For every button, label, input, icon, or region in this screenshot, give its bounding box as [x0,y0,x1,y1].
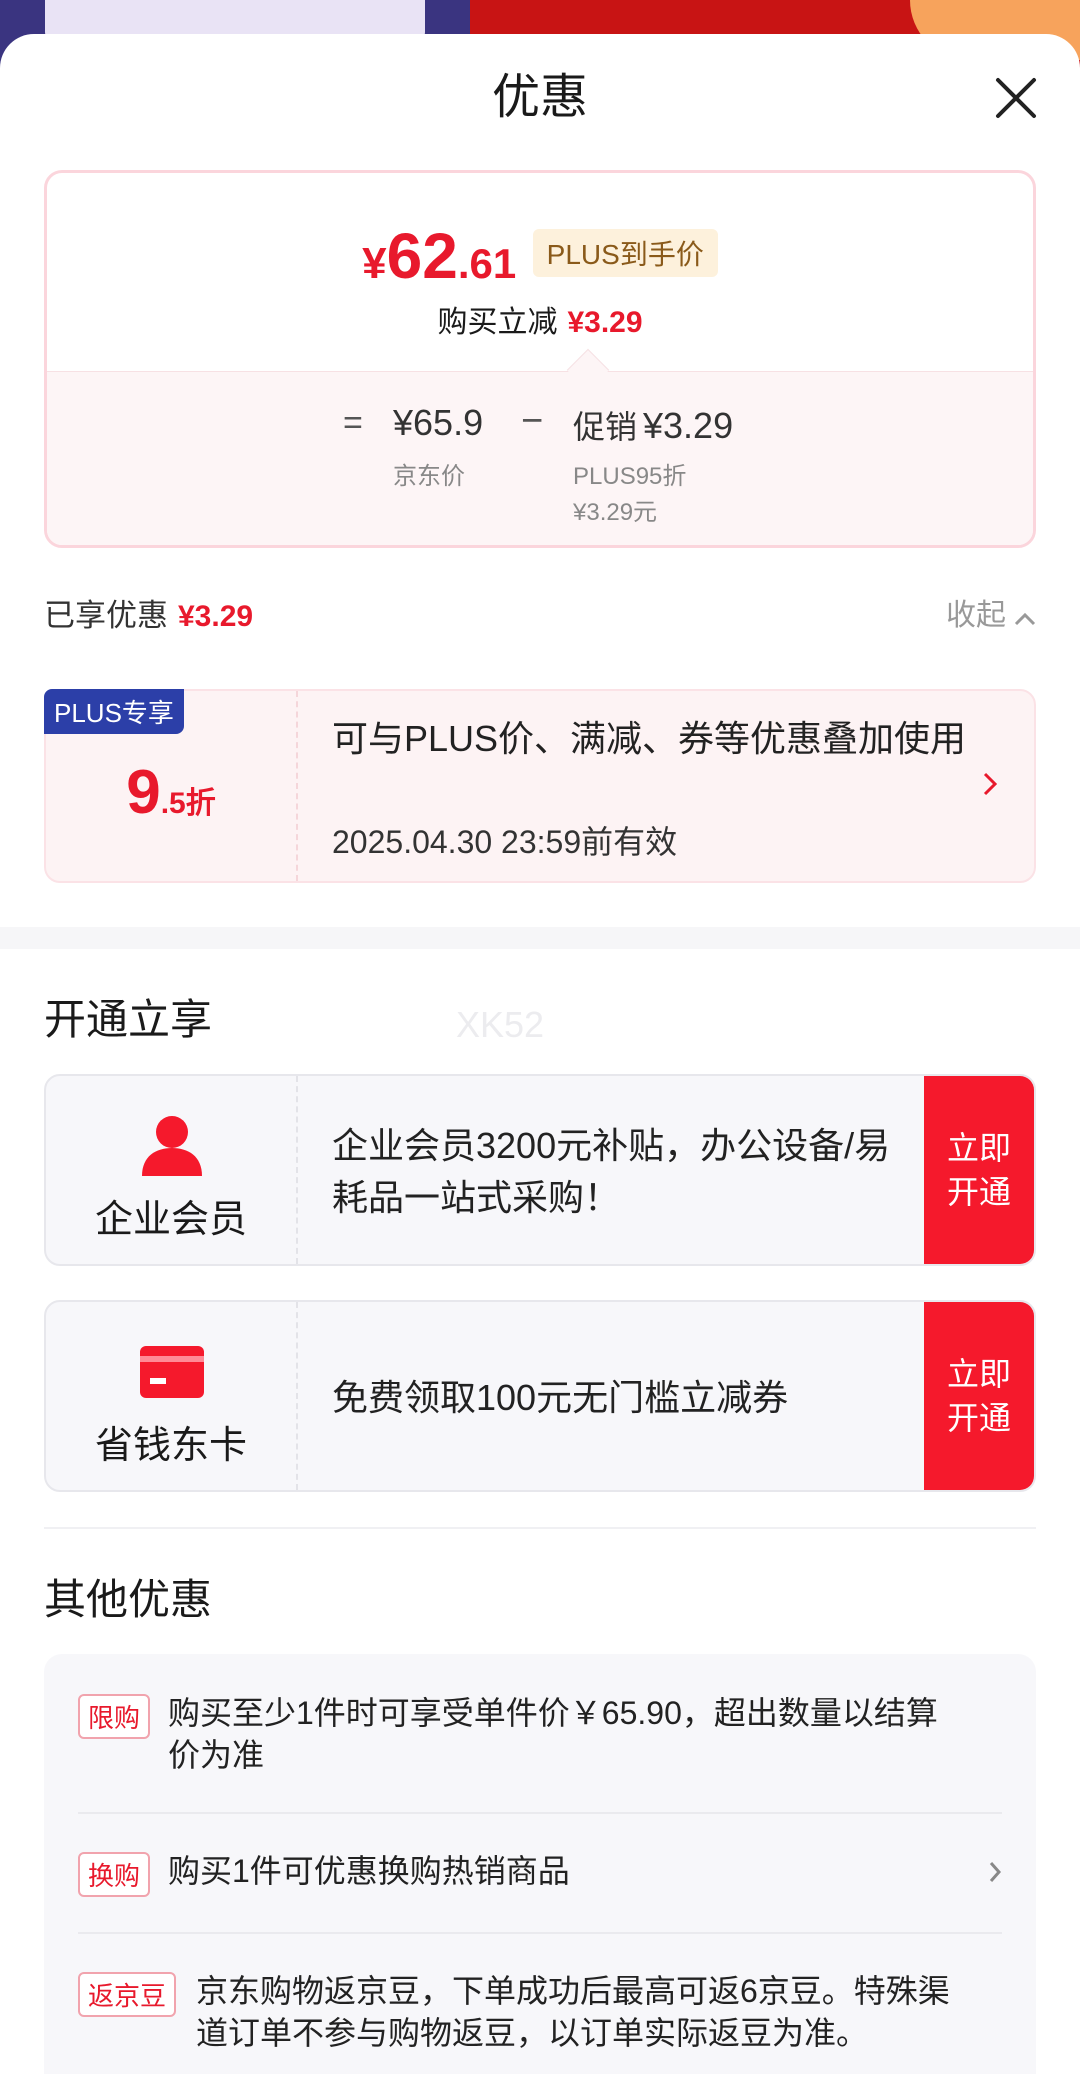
price-breakdown-card: ¥62.61 PLUS到手价 购买立减 ¥3.29 = ¥65.9 京东价 − 促… [44,170,1036,548]
currency-symbol: ¥ [362,239,387,288]
discount-sheet: 优惠 ¥62.61 PLUS到手价 购买立减 ¥3.29 = ¥65.9 京东价 … [0,34,1080,2074]
minus-sign: − [521,400,544,442]
discount-big: 9 [126,758,161,827]
plus-coupon-description: 可与PLUS价、满减、券等优惠叠加使用 [332,718,967,759]
savings-card-card: 省钱东卡 免费领取100元无门槛立减券 立即开通 [44,1300,1036,1492]
other-discounts-box: 限购 购买至少1件时可享受单件价￥65.90，超出数量以结算价为准 换购 购买1… [44,1654,1036,2074]
plus-coupon-validity: 2025.04.30 23:59前有效 [332,824,678,860]
equals-sign: = [343,404,363,442]
savings-open-button[interactable]: 立即开通 [924,1302,1034,1490]
savings-open-label: 立即开通 [946,1356,1011,1436]
section-divider [0,927,1080,949]
price-decimal: .61 [457,240,517,287]
plus-exclusive-coupon[interactable]: PLUS专享 9.5折 可与PLUS价、满减、券等优惠叠加使用 2025.04.… [44,689,1036,883]
watermark: XK52 [456,1004,545,1045]
enterprise-member-label: 企业会员 [94,1199,247,1241]
plus-price-tag: PLUS到手价 [532,229,718,277]
plus-discount-rate: 9.5折 [46,757,296,828]
person-icon [138,1114,206,1178]
limit-purchase-tag: 限购 [78,1694,151,1739]
enterprise-open-label: 立即开通 [946,1130,1011,1210]
card-icon [138,1340,206,1404]
price-integer: 62 [386,220,458,292]
jd-beans-tag: 返京豆 [78,1972,177,2017]
promo-value: ¥3.29 [643,405,734,446]
promo-detail-amount: ¥3.29元 [573,499,658,526]
sheet-title: 优惠 [491,71,588,124]
jd-price-label: 京东价 [393,463,465,490]
jd-price-value: ¥65.9 [393,402,484,443]
enterprise-member-text: 企业会员3200元补贴，办公设备/易耗品一站式采购！ [332,1125,891,1218]
enterprise-member-card: 企业会员 企业会员3200元补贴，办公设备/易耗品一站式采购！ 立即开通 [44,1074,1036,1266]
jd-beans-item: 返京豆 京东购物返京豆，下单成功后最高可返6京豆。特殊渠道订单不参与购物返豆，以… [78,1970,1002,2060]
enjoyed-label: 已享优惠 [44,598,168,633]
trade-in-item[interactable]: 换购 购买1件可优惠换购热销商品 [78,1850,1002,1898]
other-separator [78,1812,1002,1814]
collapse-label: 收起 [946,599,1006,632]
sheet-header: 优惠 [0,34,1080,170]
final-price: ¥62.61 PLUS到手价 [47,219,1033,293]
enterprise-open-button[interactable]: 立即开通 [924,1076,1034,1264]
limit-purchase-text: 购买至少1件时可享受单件价￥65.90，超出数量以结算价为准 [168,1695,938,1773]
instant-discount: 购买立减 ¥3.29 [47,297,1033,341]
instant-discount-label: 购买立减 [437,306,558,339]
trade-in-text: 购买1件可优惠换购热销商品 [168,1853,570,1889]
chevron-right-icon [989,1862,1002,1882]
open-section-title: 开通立享 [44,996,213,1043]
promo-detail-plus95: PLUS95折 [573,463,687,490]
savings-card-icon-col: 省钱东卡 [46,1302,298,1490]
instant-discount-value: ¥3.29 [567,306,643,339]
close-icon[interactable] [992,74,1040,122]
enjoyed-discount-row: 已享优惠 ¥3.29 收起 [44,590,1036,640]
jd-beans-text: 京东购物返京豆，下单成功后最高可返6京豆。特殊渠道订单不参与购物返豆，以订单实际… [196,1973,950,2051]
thin-divider [44,1527,1036,1529]
enterprise-member-icon-col: 企业会员 [46,1076,298,1264]
other-section-title: 其他优惠 [44,1576,213,1623]
savings-card-text: 免费领取100元无门槛立减券 [332,1377,789,1418]
promo-label: 促销 [573,409,638,445]
plus-coupon-left: PLUS专享 9.5折 [44,689,298,881]
trade-in-tag: 换购 [78,1852,151,1897]
promo-amount: 促销 ¥3.29 [573,402,733,448]
collapse-button[interactable]: 收起 [946,590,1036,634]
savings-card-label: 省钱东卡 [94,1425,247,1467]
limit-purchase-item: 限购 购买至少1件时可享受单件价￥65.90，超出数量以结算价为准 [78,1692,1002,1782]
price-formula: = ¥65.9 京东价 − 促销 ¥3.29 PLUS95折 ¥3.29元 [47,371,1033,545]
chevron-up-icon [1014,612,1036,626]
other-separator [78,1932,1002,1934]
chevron-right-icon [983,772,998,796]
enjoyed-value: ¥3.29 [178,600,254,633]
discount-small: .5折 [160,787,216,820]
plus-exclusive-flag: PLUS专享 [44,689,184,734]
